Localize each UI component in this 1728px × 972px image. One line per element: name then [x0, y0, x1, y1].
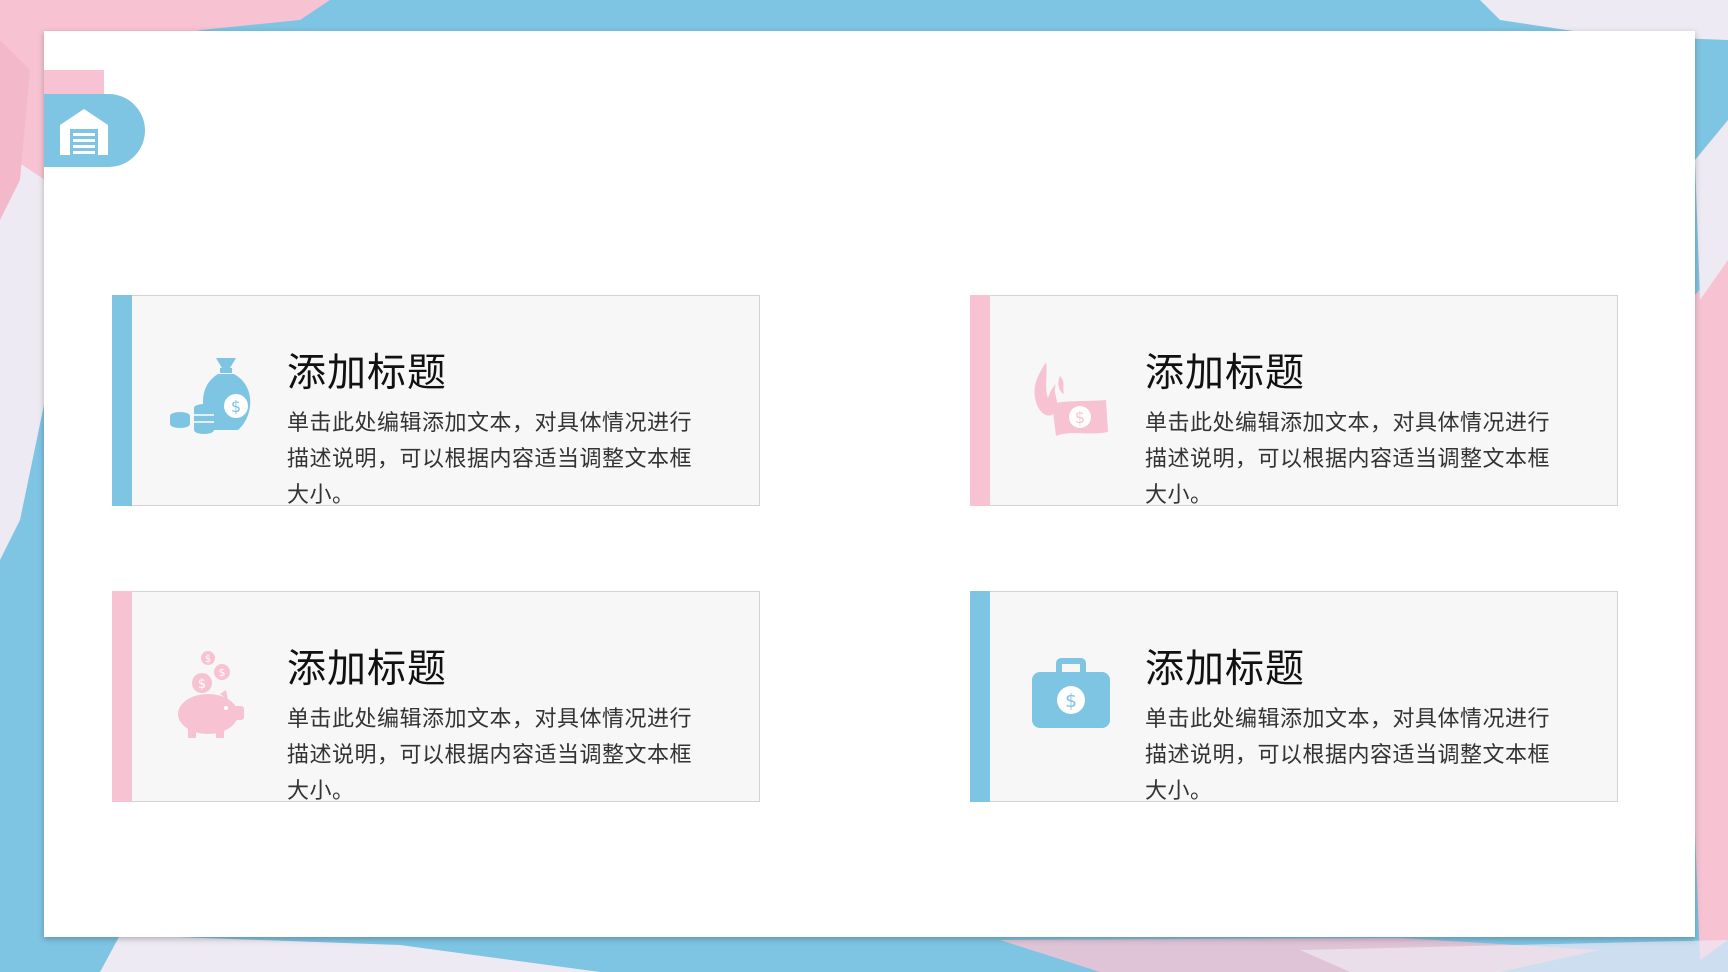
logo-badge [44, 94, 145, 167]
svg-text:$: $ [198, 677, 206, 692]
card-accent-bar [970, 591, 990, 802]
svg-text:$: $ [1075, 408, 1085, 427]
money-briefcase-icon: $ [1032, 658, 1110, 728]
content-card-1: $ 添加标题 单击此处编辑添加文本，对具体情况进行描述说明，可以根据内容适当调整… [112, 295, 760, 508]
warehouse-icon [60, 108, 108, 155]
content-card-4: $ 添加标题 单击此处编辑添加文本，对具体情况进行描述说明，可以根据内容适当调整… [970, 591, 1618, 804]
svg-text:$: $ [1065, 690, 1077, 712]
slide-canvas: $ 添加标题 单击此处编辑添加文本，对具体情况进行描述说明，可以根据内容适当调整… [44, 31, 1695, 937]
money-bag-coins-icon: $ [170, 358, 251, 434]
content-card-3: $ $ $ 添加标题 单击此处编辑添加文本，对具体情况进行描述说明，可以根据内容… [112, 591, 760, 804]
card-description: 单击此处编辑添加文本，对具体情况进行描述说明，可以根据内容适当调整文本框大小。 [287, 707, 693, 804]
svg-text:$: $ [219, 666, 226, 679]
svg-text:$: $ [231, 397, 241, 416]
content-card-2: $ 添加标题 单击此处编辑添加文本，对具体情况进行描述说明，可以根据内容适当调整… [970, 295, 1618, 508]
card-title: 添加标题 [1145, 647, 1306, 692]
card-title: 添加标题 [287, 647, 448, 692]
piggy-bank-icon: $ $ $ [178, 651, 244, 738]
card-title: 添加标题 [1145, 351, 1306, 396]
card-accent-bar [112, 295, 132, 506]
svg-text:$: $ [205, 654, 211, 665]
card-accent-bar [970, 295, 990, 506]
burning-money-icon: $ [1034, 362, 1108, 436]
card-accent-bar [112, 591, 132, 802]
logo-tab-accent [44, 70, 104, 96]
card-description: 单击此处编辑添加文本，对具体情况进行描述说明，可以根据内容适当调整文本框大小。 [287, 411, 693, 508]
card-description: 单击此处编辑添加文本，对具体情况进行描述说明，可以根据内容适当调整文本框大小。 [1145, 707, 1551, 804]
card-description: 单击此处编辑添加文本，对具体情况进行描述说明，可以根据内容适当调整文本框大小。 [1145, 411, 1551, 508]
card-title: 添加标题 [287, 351, 448, 396]
